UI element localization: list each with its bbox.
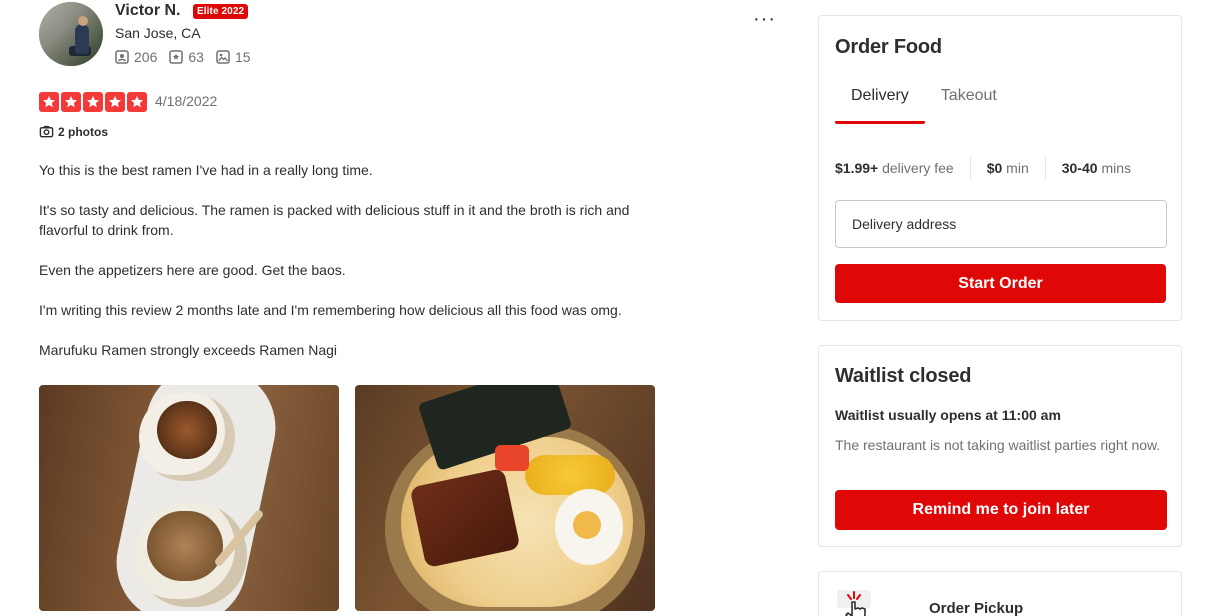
tab-delivery[interactable]: Delivery [835, 86, 925, 124]
photos-link[interactable]: 2 photos [39, 124, 108, 139]
order-pickup-card[interactable]: Order Pickup [818, 571, 1182, 616]
star-outline-icon [169, 50, 184, 64]
user-avatar[interactable] [39, 2, 103, 66]
waitlist-title: Waitlist closed [835, 365, 972, 387]
photos-link-label[interactable]: 2 photos [58, 125, 108, 139]
star-icon [127, 92, 147, 112]
photos-stat: 15 [216, 49, 251, 65]
tap-hand-icon [837, 590, 871, 616]
waitlist-note: The restaurant is not taking waitlist pa… [835, 437, 1161, 453]
review-paragraph: It's so tasty and delicious. The ramen i… [39, 202, 630, 238]
review-paragraph: I'm writing this review 2 months late an… [39, 302, 622, 318]
star-icon [39, 92, 59, 112]
fee-divider [1044, 157, 1046, 179]
minimum-order-label: min [1006, 160, 1029, 176]
delivery-fee: $1.99+ delivery fee [835, 160, 954, 176]
reviews-stat: 63 [169, 49, 204, 65]
order-pickup-label[interactable]: Order Pickup [929, 600, 1023, 616]
review-text: Yo this is the best ramen I've had in a … [39, 160, 679, 380]
order-food-title: Order Food [835, 36, 942, 58]
tab-takeout[interactable]: Takeout [925, 86, 1013, 124]
user-stats: 206 63 15 [115, 49, 263, 65]
delivery-time: 30-40 mins [1062, 160, 1131, 176]
order-food-card: Order Food Delivery Takeout $1.99+ deliv… [818, 15, 1182, 321]
minimum-order-value: $0 [986, 160, 1003, 176]
fee-divider [969, 157, 971, 179]
elite-badge[interactable]: Elite 2022 [193, 4, 249, 19]
delivery-fee-label: delivery fee [882, 160, 954, 176]
user-location: San Jose, CA [115, 25, 201, 41]
star-icon [105, 92, 125, 112]
user-name[interactable]: Victor N. [115, 2, 181, 20]
minimum-order: $0 min [987, 160, 1029, 176]
delivery-time-value: 30-40 [1061, 160, 1098, 176]
review-paragraph: Marufuku Ramen strongly exceeds Ramen Na… [39, 342, 338, 358]
delivery-fee-value: $1.99+ [835, 160, 879, 176]
waitlist-hours: Waitlist usually opens at 11:00 am [835, 407, 1061, 423]
camera-icon [39, 125, 54, 138]
waitlist-card: Waitlist closed Waitlist usually opens a… [818, 345, 1182, 547]
more-options-button[interactable]: ··· [753, 8, 776, 31]
delivery-fees: $1.99+ delivery fee $0 min 30-40 mins [835, 157, 1131, 179]
star-icon [61, 92, 81, 112]
photos-count: 15 [234, 49, 251, 65]
reviews-count: 63 [188, 49, 204, 65]
order-tabs: Delivery Takeout [835, 86, 1013, 124]
delivery-address-input[interactable] [835, 200, 1167, 248]
review-photo-ramen[interactable] [355, 385, 655, 611]
remind-me-button[interactable]: Remind me to join later [835, 490, 1167, 530]
start-order-button[interactable]: Start Order [835, 264, 1166, 303]
star-icon [83, 92, 103, 112]
review-card: Victor N. Elite 2022 San Jose, CA 206 63… [39, 0, 779, 616]
friends-stat: 206 [115, 49, 157, 65]
friends-count: 206 [134, 49, 158, 65]
review-photo-baos[interactable] [39, 385, 339, 611]
review-paragraph: Even the appetizers here are good. Get t… [39, 262, 346, 278]
delivery-time-label: mins [1101, 160, 1131, 176]
image-icon [216, 50, 230, 64]
friends-icon [115, 50, 129, 64]
review-paragraph: Yo this is the best ramen I've had in a … [39, 162, 373, 178]
review-date: 4/18/2022 [155, 93, 218, 109]
star-rating [39, 92, 149, 112]
